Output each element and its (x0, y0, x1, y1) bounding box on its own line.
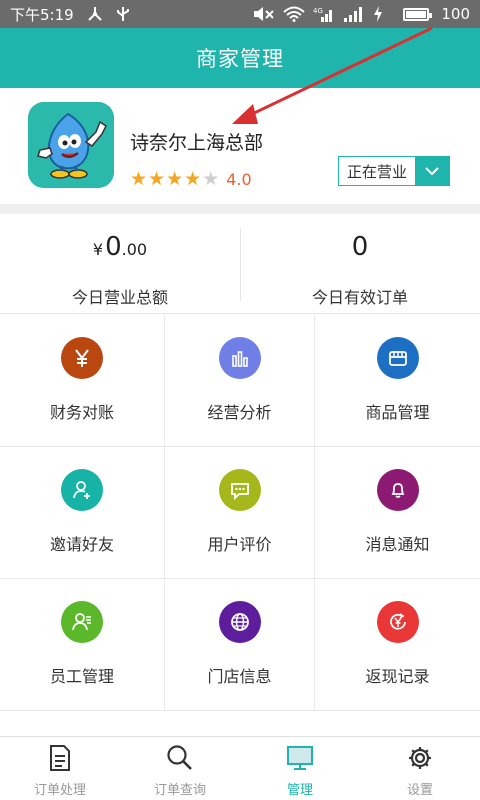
battery-icon (403, 7, 433, 21)
star-icon: ★ (166, 168, 184, 190)
tab-label: 设置 (406, 783, 433, 798)
menu-label: 门店信息 (207, 667, 272, 686)
revenue-label: 今日营业总额 (71, 288, 168, 307)
star-rating: ★ ★ ★ ★ ★ 4.0 (130, 168, 252, 190)
menu-item-notifications[interactable]: 消息通知 (315, 447, 480, 579)
menu-item-store-info[interactable]: 门店信息 (165, 579, 315, 711)
orders-label: 今日有效订单 (311, 288, 408, 307)
staff-icon (61, 601, 103, 643)
product-icon (376, 337, 419, 379)
star-icon: ★ (148, 168, 166, 190)
bar-chart-icon (218, 337, 261, 379)
cashback-icon (376, 601, 419, 643)
comment-icon (218, 469, 261, 511)
document-icon (47, 743, 73, 773)
revenue-integer: 0 (105, 232, 122, 262)
menu-grid: 财务对账 经营分析 商品管理 邀请好友 用户评价 消息通知 员工管理 门店信息 … (0, 315, 480, 711)
menu-label: 返现记录 (365, 667, 430, 686)
wifi-icon (283, 6, 306, 22)
star-icon: ★ (184, 168, 202, 190)
title-bar: 商家管理 (0, 28, 480, 88)
revenue-stat[interactable]: ¥ 0 .00 今日营业总额 (0, 214, 240, 313)
menu-label: 消息通知 (365, 535, 430, 554)
star-icon: ★ (130, 168, 148, 190)
mute-icon (253, 6, 275, 22)
status-time: 下午5:19 (10, 5, 74, 24)
bottom-tab-bar: 订单处理 订单查询 管理 设置 (0, 736, 480, 800)
tab-settings[interactable]: 设置 (360, 737, 480, 800)
battery-percent: 100 (441, 5, 470, 23)
signal-icon (343, 6, 363, 22)
monitor-icon (286, 743, 314, 773)
revenue-decimal: .00 (121, 240, 148, 259)
menu-item-products[interactable]: 商品管理 (315, 315, 480, 447)
menu-item-finance[interactable]: 财务对账 (0, 315, 165, 447)
invite-user-icon (61, 469, 103, 511)
yuan-icon (61, 337, 103, 379)
usb-icon (116, 6, 134, 22)
menu-label: 邀请好友 (49, 535, 114, 554)
business-status-label: 正在营业 (346, 162, 407, 181)
tab-label: 订单处理 (33, 783, 86, 798)
orders-stat[interactable]: 0 今日有效订单 (240, 214, 480, 313)
orders-value: 0 (352, 232, 369, 266)
menu-label: 用户评价 (207, 535, 272, 554)
tab-label: 管理 (286, 783, 313, 798)
star-empty-icon: ★ (202, 168, 220, 190)
menu-label: 商品管理 (365, 403, 430, 422)
tab-management[interactable]: 管理 (240, 737, 360, 800)
tab-order-processing[interactable]: 订单处理 (0, 737, 120, 800)
tab-label: 订单查询 (153, 783, 206, 798)
menu-item-invite[interactable]: 邀请好友 (0, 447, 165, 579)
menu-label: 员工管理 (49, 667, 114, 686)
shop-header: 诗奈尔上海总部 ★ ★ ★ ★ ★ 4.0 (0, 88, 480, 204)
svg-text:4G: 4G (313, 7, 323, 15)
today-stats: ¥ 0 .00 今日营业总额 0 今日有效订单 (0, 214, 480, 314)
orders-count: 0 (351, 232, 369, 262)
section-divider (0, 204, 480, 214)
business-status-dropdown[interactable]: 正在营业 (338, 156, 450, 186)
chevron-down-icon[interactable] (415, 157, 449, 185)
status-bar: 下午5:19 4G 100 (0, 0, 480, 28)
menu-item-cashback[interactable]: 返现记录 (315, 579, 480, 711)
search-icon (166, 743, 194, 773)
usb-share-icon (86, 6, 104, 22)
page-title: 商家管理 (196, 47, 284, 71)
screen: 下午5:19 4G 100 商家管理 诗奈尔上海总部 ★ ★ ★ ★ ★ 4.0… (0, 0, 480, 800)
tab-order-search[interactable]: 订单查询 (120, 737, 240, 800)
shop-name: 诗奈尔上海总部 (130, 132, 264, 154)
shop-logo[interactable] (28, 102, 114, 188)
menu-label: 经营分析 (207, 403, 272, 422)
globe-icon (218, 601, 261, 643)
gear-icon (406, 743, 434, 773)
rating-value: 4.0 (226, 170, 252, 189)
menu-item-reviews[interactable]: 用户评价 (165, 447, 315, 579)
currency-symbol: ¥ (92, 240, 104, 259)
signal-4g-icon: 4G (313, 6, 333, 22)
bell-icon (376, 469, 419, 511)
menu-item-staff[interactable]: 员工管理 (0, 579, 165, 711)
menu-item-analysis[interactable]: 经营分析 (165, 315, 315, 447)
revenue-value: ¥ 0 .00 (93, 232, 147, 266)
menu-label: 财务对账 (49, 403, 114, 422)
charging-icon (373, 6, 391, 22)
